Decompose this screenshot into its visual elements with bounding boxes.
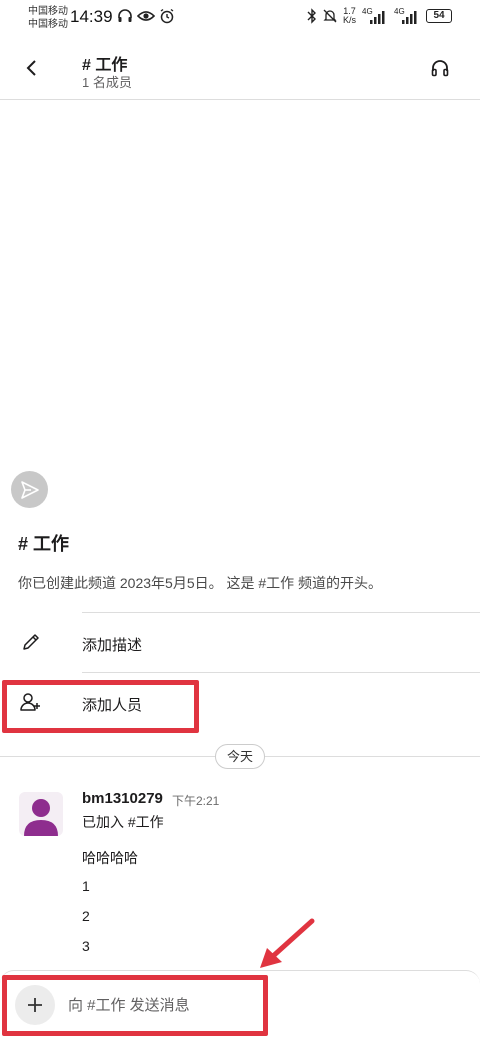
battery-icon: 54	[426, 9, 452, 23]
add-description-row[interactable]: 添加描述	[0, 613, 480, 671]
network-speed: 1.7 K/s	[343, 7, 356, 25]
message-timestamp: 下午2:21	[172, 794, 220, 808]
huddle-button[interactable]	[430, 58, 450, 78]
signal-bars-icon	[402, 11, 417, 24]
user-icon	[24, 799, 58, 836]
status-icons-right: 1.7 K/s 4G 4G 54	[307, 7, 452, 25]
add-description-label: 添加描述	[82, 637, 143, 654]
highlight-box-composer	[2, 975, 268, 1036]
pencil-icon	[23, 634, 39, 650]
message-line: 1	[82, 878, 90, 894]
chevron-left-icon	[26, 60, 36, 76]
carrier-1: 中国移动	[28, 6, 68, 17]
status-bar: 中国移动 中国移动 14:39 1.7 K/s 4G 4G 54	[0, 0, 480, 36]
channel-intro-description: 你已创建此频道 2023年5月5日。 这是 #工作 频道的开头。	[18, 575, 383, 591]
network-speed-unit: K/s	[342, 15, 356, 25]
send-icon	[20, 480, 39, 499]
headphones-icon	[431, 60, 449, 77]
message-joined-text: 已加入 #工作	[82, 814, 164, 830]
highlight-box-add-people	[2, 680, 199, 733]
headphones-status-icon	[118, 9, 132, 22]
channel-header: # 工作 1 名成员	[0, 40, 480, 100]
channel-intro-title: # 工作	[18, 534, 70, 554]
date-separator[interactable]: 今天	[215, 744, 265, 769]
channel-intro-icon	[11, 471, 48, 508]
signal-1: 4G	[362, 7, 388, 25]
carrier-2: 中国移动	[28, 19, 68, 30]
avatar[interactable]	[19, 792, 63, 836]
signal-bars-icon	[370, 11, 385, 24]
mute-bell-icon	[323, 9, 337, 23]
back-button[interactable]	[20, 54, 44, 82]
bluetooth-icon	[307, 8, 316, 24]
member-count[interactable]: 1 名成员	[82, 72, 132, 91]
annotation-arrow-icon	[260, 918, 315, 968]
eye-icon	[137, 11, 155, 21]
status-time: 14:39	[70, 7, 113, 26]
message-line: 2	[82, 908, 90, 924]
message-username[interactable]: bm1310279	[82, 790, 163, 807]
alarm-icon	[160, 8, 174, 24]
carrier-names: 中国移动 中国移动	[28, 5, 68, 31]
message-line: 3	[82, 938, 90, 954]
signal-2: 4G	[394, 7, 420, 25]
status-icons-left	[117, 8, 175, 24]
message-line: 哈哈哈哈	[82, 850, 138, 866]
